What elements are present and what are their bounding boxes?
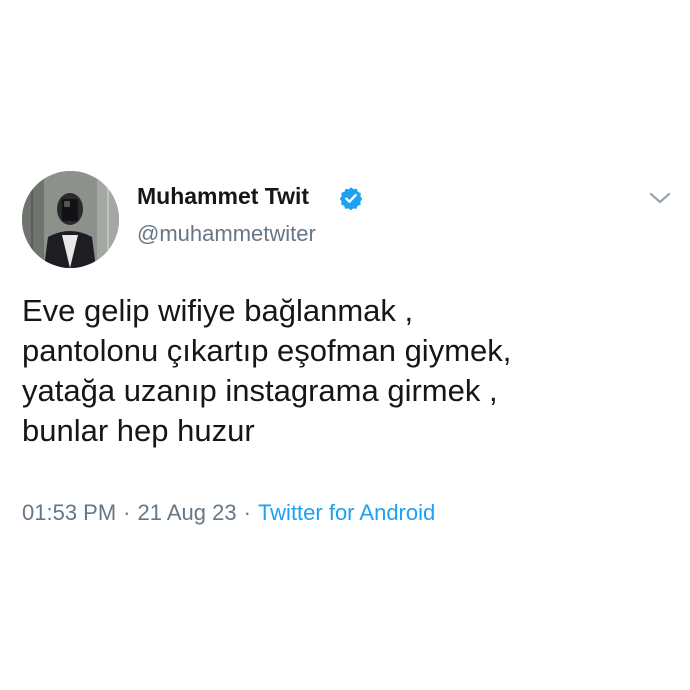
- display-name[interactable]: Muhammet Twit: [137, 183, 309, 210]
- avatar-image: [22, 171, 119, 268]
- tweet-text-line: bunlar hep huzur: [22, 413, 255, 448]
- user-handle[interactable]: @muhammetwiter: [137, 221, 316, 247]
- meta-separator: ·: [123, 500, 131, 525]
- tweet-text-line: pantolonu çıkartıp eşofman giymek,: [22, 333, 512, 368]
- avatar[interactable]: [22, 171, 119, 268]
- verified-badge-icon: [339, 187, 363, 210]
- tweet-time[interactable]: 01:53 PM: [22, 500, 116, 525]
- tweet-meta: 01:53 PM · 21 Aug 23 · Twitter for Android: [22, 500, 435, 526]
- meta-separator: ·: [243, 500, 251, 525]
- tweet-card: Muhammet Twit @muhammetwiter Eve gelip w…: [0, 0, 690, 690]
- tweet-text: Eve gelip wifiye bağlanmak , pantolonu ç…: [22, 291, 672, 451]
- tweet-text-line: yatağa uzanıp instagrama girmek ,: [22, 373, 498, 408]
- chevron-down-icon[interactable]: [649, 190, 671, 206]
- tweet-text-line: Eve gelip wifiye bağlanmak ,: [22, 293, 414, 328]
- tweet-source-link[interactable]: Twitter for Android: [258, 500, 435, 525]
- tweet-date[interactable]: 21 Aug 23: [138, 500, 237, 525]
